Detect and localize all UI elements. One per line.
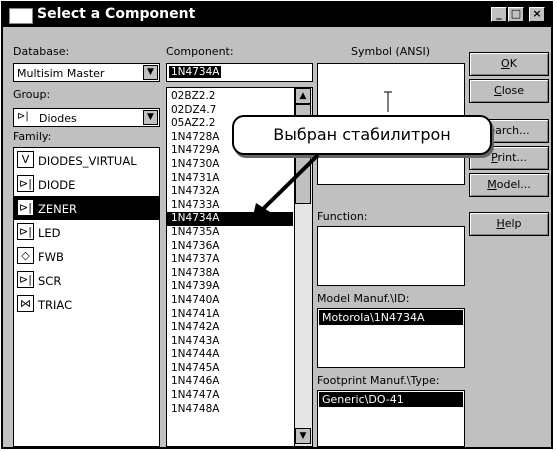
title-bar[interactable]: Select a Component _ □ × bbox=[3, 3, 551, 27]
led-icon: ⊳| bbox=[17, 223, 34, 240]
component-list-item[interactable]: 1N4745A bbox=[167, 362, 293, 376]
model-mnemonic: M bbox=[487, 178, 497, 191]
component-list-item[interactable]: 1N4735A bbox=[167, 226, 293, 240]
group-select[interactable]: ⊳| Diodes ▼ bbox=[13, 108, 160, 127]
diode-icon: ⊳| bbox=[17, 175, 34, 192]
family-item-label: SCR bbox=[38, 274, 62, 288]
family-item-fwb[interactable]: ◇ FWB bbox=[14, 244, 159, 268]
family-item-label: FWB bbox=[38, 250, 64, 264]
help-label-rest: elp bbox=[504, 217, 522, 230]
chevron-down-icon[interactable]: ▼ bbox=[143, 65, 158, 80]
family-item-label: LED bbox=[38, 226, 61, 240]
family-item-diode[interactable]: ⊳| DIODE bbox=[14, 172, 159, 196]
select-component-dialog: Select a Component _ □ × Database: Multi… bbox=[1, 1, 553, 449]
group-label: Group: bbox=[13, 88, 51, 101]
zener-icon: ⊳| bbox=[17, 199, 34, 216]
component-list-item[interactable]: 1N4744A bbox=[167, 348, 293, 362]
window-icon bbox=[9, 8, 33, 24]
virtual-diode-icon: V bbox=[17, 151, 34, 168]
model-manuf-label: Model Manuf.\ID: bbox=[317, 292, 410, 305]
component-list-item[interactable]: 1N4741A bbox=[167, 308, 293, 322]
component-list-item[interactable]: 1N4739A bbox=[167, 280, 293, 294]
scroll-down-icon[interactable]: ▼ bbox=[295, 428, 311, 444]
family-item-diodes-virtual[interactable]: V DIODES_VIRTUAL bbox=[14, 148, 159, 172]
component-list-item[interactable]: 1N4731A bbox=[167, 172, 293, 186]
family-list[interactable]: V DIODES_VIRTUAL ⊳| DIODE ⊳| ZENER ⊳| LE… bbox=[13, 147, 160, 447]
component-list-item[interactable]: 1N4737A bbox=[167, 253, 293, 267]
database-value: Multisim Master bbox=[17, 67, 105, 80]
component-list-item[interactable]: 1N4743A bbox=[167, 335, 293, 349]
chevron-down-icon[interactable]: ▼ bbox=[143, 110, 158, 125]
ok-mnemonic: O bbox=[501, 57, 510, 70]
component-list-item[interactable]: 1N4733A bbox=[167, 199, 293, 213]
window-title: Select a Component bbox=[37, 6, 196, 22]
close-mnemonic: C bbox=[494, 84, 502, 97]
scr-icon: ⊳| bbox=[17, 271, 34, 288]
component-list-item[interactable]: 1N4736A bbox=[167, 240, 293, 254]
component-input[interactable]: 1N4734A bbox=[166, 63, 313, 82]
model-manuf-selected-row[interactable]: Motorola\1N4734A bbox=[319, 310, 463, 325]
help-mnemonic: H bbox=[496, 217, 505, 230]
database-select[interactable]: Multisim Master ▼ bbox=[13, 63, 160, 82]
component-list-item[interactable]: 1N4742A bbox=[167, 321, 293, 335]
footprint-manuf-label: Footprint Manuf.\Type: bbox=[317, 374, 440, 387]
family-item-triac[interactable]: ⋈ TRIAC bbox=[14, 292, 159, 316]
search-label: earch... bbox=[488, 124, 530, 137]
family-item-zener[interactable]: ⊳| ZENER bbox=[14, 196, 159, 220]
model-manuf-list[interactable]: Motorola\1N4734A bbox=[317, 308, 465, 368]
family-item-label: DIODES_VIRTUAL bbox=[38, 154, 137, 168]
component-list-item[interactable]: 02BZ2.2 bbox=[167, 90, 293, 104]
component-list-item[interactable]: 1N4730A bbox=[167, 158, 293, 172]
component-list-item[interactable]: 1N4738A bbox=[167, 267, 293, 281]
diode-icon: ⊳| bbox=[17, 111, 29, 122]
component-label: Component: bbox=[166, 45, 234, 58]
component-input-value: 1N4734A bbox=[169, 66, 222, 78]
footprint-manuf-value: Generic\DO-41 bbox=[322, 393, 404, 406]
component-list-item[interactable]: 1N4734A bbox=[167, 212, 293, 226]
family-item-label: TRIAC bbox=[38, 298, 73, 312]
component-list-item[interactable]: 1N4747A bbox=[167, 389, 293, 403]
close-window-button[interactable]: × bbox=[529, 7, 545, 22]
family-item-led[interactable]: ⊳| LED bbox=[14, 220, 159, 244]
group-value: Diodes bbox=[39, 112, 77, 125]
footprint-manuf-selected-row[interactable]: Generic\DO-41 bbox=[319, 392, 463, 407]
component-list-item[interactable]: 1N4732A bbox=[167, 185, 293, 199]
ok-label-rest: K bbox=[509, 57, 517, 70]
function-box bbox=[317, 226, 465, 286]
print-label-rest: rint... bbox=[497, 151, 527, 164]
maximize-button[interactable]: □ bbox=[508, 7, 524, 22]
model-manuf-value: Motorola\1N4734A bbox=[322, 311, 425, 324]
footprint-manuf-list[interactable]: Generic\DO-41 bbox=[317, 390, 465, 447]
triac-icon: ⋈ bbox=[17, 295, 34, 312]
ok-button[interactable]: OK bbox=[469, 52, 549, 76]
family-item-label: DIODE bbox=[38, 178, 76, 192]
model-button[interactable]: Model... bbox=[469, 173, 549, 197]
component-list-item[interactable]: 1N4740A bbox=[167, 294, 293, 308]
minimize-button[interactable]: _ bbox=[491, 7, 507, 22]
help-button[interactable]: Help bbox=[469, 212, 549, 236]
scroll-up-icon[interactable]: ▲ bbox=[295, 88, 311, 104]
family-item-label: ZENER bbox=[38, 202, 78, 216]
database-label: Database: bbox=[13, 45, 70, 58]
close-button[interactable]: Close bbox=[469, 79, 549, 103]
symbol-label: Symbol (ANSI) bbox=[351, 45, 431, 58]
function-label: Function: bbox=[317, 210, 368, 223]
bridge-rectifier-icon: ◇ bbox=[17, 247, 34, 264]
close-label-rest: lose bbox=[501, 84, 524, 97]
component-list-item[interactable]: 1N4748A bbox=[167, 403, 293, 417]
annotation-callout: Выбран стабилитрон bbox=[232, 115, 492, 155]
component-list-item[interactable]: 1N4746A bbox=[167, 375, 293, 389]
family-label: Family: bbox=[13, 130, 52, 143]
model-label-rest: odel... bbox=[496, 178, 531, 191]
family-item-scr[interactable]: ⊳| SCR bbox=[14, 268, 159, 292]
